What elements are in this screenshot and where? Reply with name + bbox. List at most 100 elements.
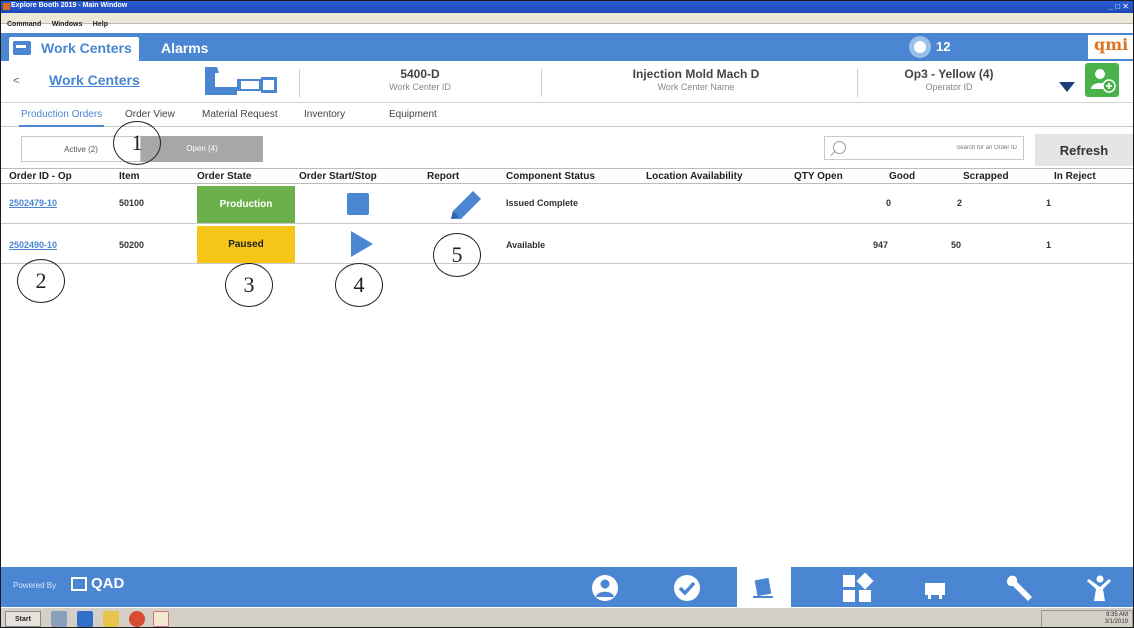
- brand-name: QAD: [91, 575, 125, 592]
- col-order-state[interactable]: Order State: [197, 171, 251, 182]
- annotation-1: 1: [113, 121, 161, 165]
- ie-icon[interactable]: [77, 611, 93, 627]
- menu-windows[interactable]: Windows: [52, 21, 83, 28]
- stop-order-button[interactable]: [347, 193, 369, 215]
- powered-by-label: Powered By: [13, 581, 57, 590]
- qad-logo-icon: [71, 577, 87, 591]
- start-button[interactable]: Start: [5, 611, 41, 627]
- header-divider: [857, 69, 858, 97]
- col-location-availability[interactable]: Location Availability: [646, 171, 743, 182]
- check-icon[interactable]: [669, 573, 705, 603]
- order-search[interactable]: [824, 136, 1024, 160]
- notification-disc-icon[interactable]: [909, 36, 931, 58]
- good-cell: 50: [951, 240, 962, 250]
- work-center-header: < Work Centers 5400-D Work Center ID Inj…: [1, 61, 1133, 103]
- qty-open-cell: 947: [873, 240, 889, 250]
- app-icon: [3, 3, 10, 10]
- report-pencil-icon[interactable]: [447, 189, 483, 221]
- in-reject-cell: 1: [1046, 240, 1052, 250]
- taskbar-app-icon[interactable]: [51, 611, 67, 627]
- start-order-play-icon[interactable]: [351, 231, 373, 257]
- search-input[interactable]: [865, 140, 1017, 156]
- clock-time: 9:35 AM: [1105, 612, 1128, 618]
- tab-work-centers[interactable]: Work Centers: [9, 37, 139, 61]
- col-order-id[interactable]: Order ID - Op: [9, 171, 72, 182]
- menu-bar: Command Windows Help: [1, 13, 1133, 28]
- order-id-link[interactable]: 2502490-10: [9, 240, 57, 250]
- wrench-icon[interactable]: [1001, 573, 1037, 603]
- qmi-logo: qmi: [1088, 35, 1133, 59]
- table-row[interactable]: 2502490-10 50200 Paused Available 947 50…: [1, 225, 1133, 264]
- col-scrapped[interactable]: Scrapped: [963, 171, 1009, 182]
- clock: 9:35 AM 3/1/2019: [1105, 612, 1128, 626]
- annotation-2: 2: [17, 259, 65, 303]
- search-icon: [833, 141, 846, 154]
- order-id-link[interactable]: 2502479-10: [9, 198, 57, 208]
- item-cell: 50200: [119, 240, 145, 250]
- person-icon[interactable]: [1081, 573, 1117, 603]
- component-status-cell: Available: [506, 240, 546, 250]
- window-controls[interactable]: _ □ ✕: [1109, 2, 1129, 11]
- logo-text: qmi: [1094, 35, 1129, 54]
- inventory-icon: [753, 577, 773, 598]
- user-icon[interactable]: [587, 573, 623, 603]
- table-row[interactable]: 2502479-10 50100 Production Issued Compl…: [1, 185, 1133, 224]
- folder-icon[interactable]: [103, 611, 119, 627]
- order-state-badge: Production: [197, 186, 295, 223]
- system-tray: 9:35 AM 3/1/2019: [1041, 610, 1133, 627]
- col-order-start-stop[interactable]: Order Start/Stop: [299, 171, 377, 182]
- item-cell: 50100: [119, 198, 145, 208]
- title-bar: Explore Booth 2019 - Main Window _ □ ✕: [1, 1, 1133, 13]
- top-nav: Work Centers Alarms: [1, 33, 1133, 61]
- inventory-nav-button[interactable]: [737, 567, 791, 607]
- tab-production-orders[interactable]: Production Orders: [18, 109, 105, 127]
- tab-order-view[interactable]: Order View: [125, 109, 175, 120]
- add-user-button[interactable]: [1085, 63, 1119, 97]
- tab-equipment[interactable]: Equipment: [389, 109, 437, 120]
- chrome-icon[interactable]: [129, 611, 145, 627]
- component-status-cell: Issued Complete: [506, 198, 579, 208]
- app-taskbar-icon[interactable]: [153, 611, 169, 627]
- menu-command[interactable]: Command: [7, 21, 41, 28]
- col-component-status[interactable]: Component Status: [506, 171, 595, 182]
- tab-alarms[interactable]: Alarms: [161, 40, 208, 56]
- windows-taskbar: Start 9:35 AM 3/1/2019: [1, 607, 1133, 627]
- breadcrumb-work-centers[interactable]: Work Centers: [49, 72, 140, 88]
- tab-inventory[interactable]: Inventory: [304, 109, 345, 120]
- annotation-4: 4: [335, 263, 383, 307]
- app-window: Explore Booth 2019 - Main Window _ □ ✕ C…: [0, 0, 1134, 628]
- order-state-badge: Paused: [197, 226, 295, 263]
- clock-date: 3/1/2019: [1104, 619, 1128, 625]
- operator-dropdown-icon[interactable]: [1059, 82, 1075, 92]
- sub-tabs: Production Orders Order View Material Re…: [1, 103, 1133, 127]
- dashboard-icon[interactable]: [839, 573, 875, 603]
- work-center-id-label: Work Center ID: [389, 82, 451, 92]
- annotation-5: 5: [433, 233, 481, 277]
- tab-material-request[interactable]: Material Request: [202, 109, 278, 120]
- work-center-name-block: Injection Mold Mach D Work Center Name: [541, 67, 851, 92]
- work-center-name: Injection Mold Mach D: [632, 67, 760, 81]
- back-button[interactable]: <: [13, 75, 19, 87]
- menu-help[interactable]: Help: [93, 21, 108, 28]
- bottom-nav: Powered By QAD: [1, 567, 1133, 607]
- work-center-id: 5400-D: [400, 67, 440, 81]
- col-report[interactable]: Report: [427, 171, 459, 182]
- machine-icon[interactable]: [917, 573, 953, 603]
- add-user-icon: [1091, 69, 1116, 93]
- refresh-button[interactable]: Refresh: [1035, 134, 1133, 166]
- good-cell: 0: [886, 198, 892, 208]
- col-qty-open[interactable]: QTY Open: [794, 171, 843, 182]
- window-title: Explore Booth 2019 - Main Window: [11, 2, 128, 9]
- work-center-icon: [13, 41, 31, 55]
- col-good[interactable]: Good: [889, 171, 915, 182]
- annotation-3: 3: [225, 263, 273, 307]
- col-item[interactable]: Item: [119, 171, 140, 182]
- injection-machine-icon: [205, 67, 277, 95]
- work-center-id-block: 5400-D Work Center ID: [299, 67, 541, 92]
- table-header: Order ID - Op Item Order State Order Sta…: [1, 168, 1133, 184]
- operator-block: Op3 - Yellow (4) Operator ID: [871, 67, 1027, 92]
- col-in-reject[interactable]: In Reject: [1054, 171, 1096, 182]
- tab-work-centers-label: Work Centers: [41, 40, 132, 56]
- in-reject-cell: 1: [1046, 198, 1052, 208]
- operator-name: Op3 - Yellow (4): [904, 67, 994, 81]
